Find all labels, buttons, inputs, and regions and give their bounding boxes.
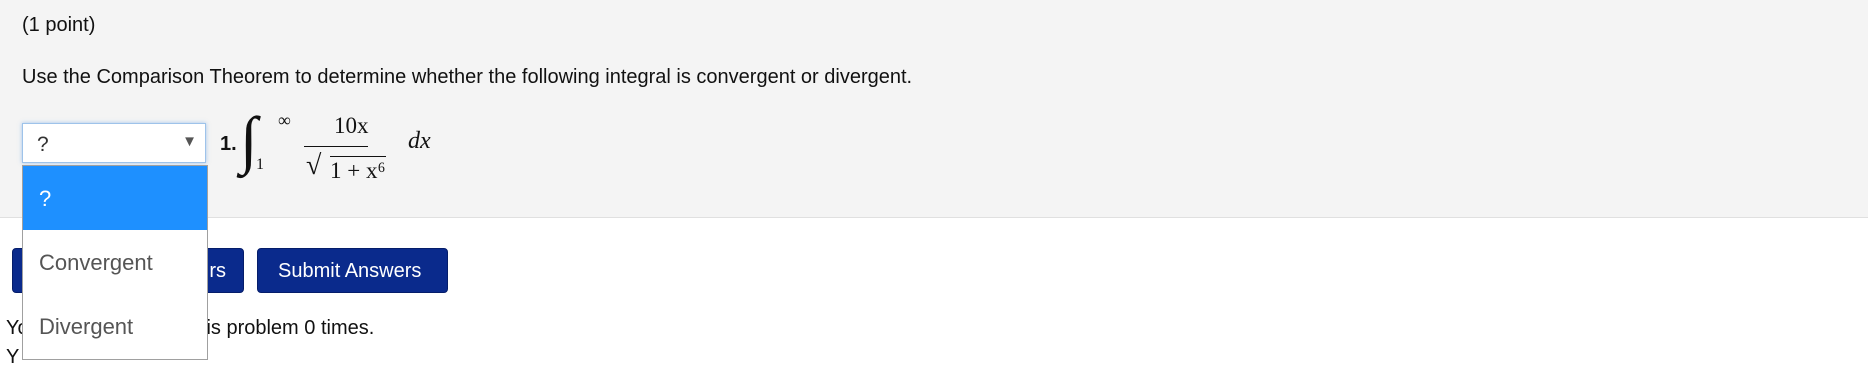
- submit-answers-button[interactable]: Submit Answers: [257, 248, 448, 293]
- integrand-denominator: 1 + x⁶: [330, 156, 386, 183]
- integral-sign: ∫: [240, 104, 258, 175]
- upper-limit: ∞: [278, 110, 291, 130]
- submit-answers-label: Submit Answers: [278, 260, 422, 282]
- dropdown-option-divergent[interactable]: Divergent: [23, 294, 207, 358]
- preview-answers-label: rs: [209, 260, 226, 282]
- integrand-numerator: 10x: [334, 113, 369, 138]
- lower-limit: 1: [256, 156, 264, 173]
- dropdown-option-placeholder[interactable]: ?: [23, 166, 207, 230]
- cutoff-text: Y: [6, 346, 20, 368]
- point-value: (1 point): [22, 14, 96, 36]
- problem-instructions: Use the Comparison Theorem to determine …: [22, 66, 913, 88]
- differential: dx: [408, 128, 431, 154]
- answer-select[interactable]: ? ▼: [22, 123, 206, 163]
- dropdown-arrow-icon[interactable]: ▼: [182, 133, 197, 150]
- problem-panel: (1 point) Use the Comparison Theorem to …: [0, 0, 1868, 218]
- radical-sign: √: [306, 150, 322, 181]
- answer-select-value: ?: [37, 133, 49, 156]
- answer-dropdown-list: ? Convergent Divergent: [22, 165, 208, 360]
- fraction-bar: [304, 146, 368, 147]
- question-number: 1.: [220, 133, 237, 155]
- dropdown-option-convergent[interactable]: Convergent: [23, 230, 207, 294]
